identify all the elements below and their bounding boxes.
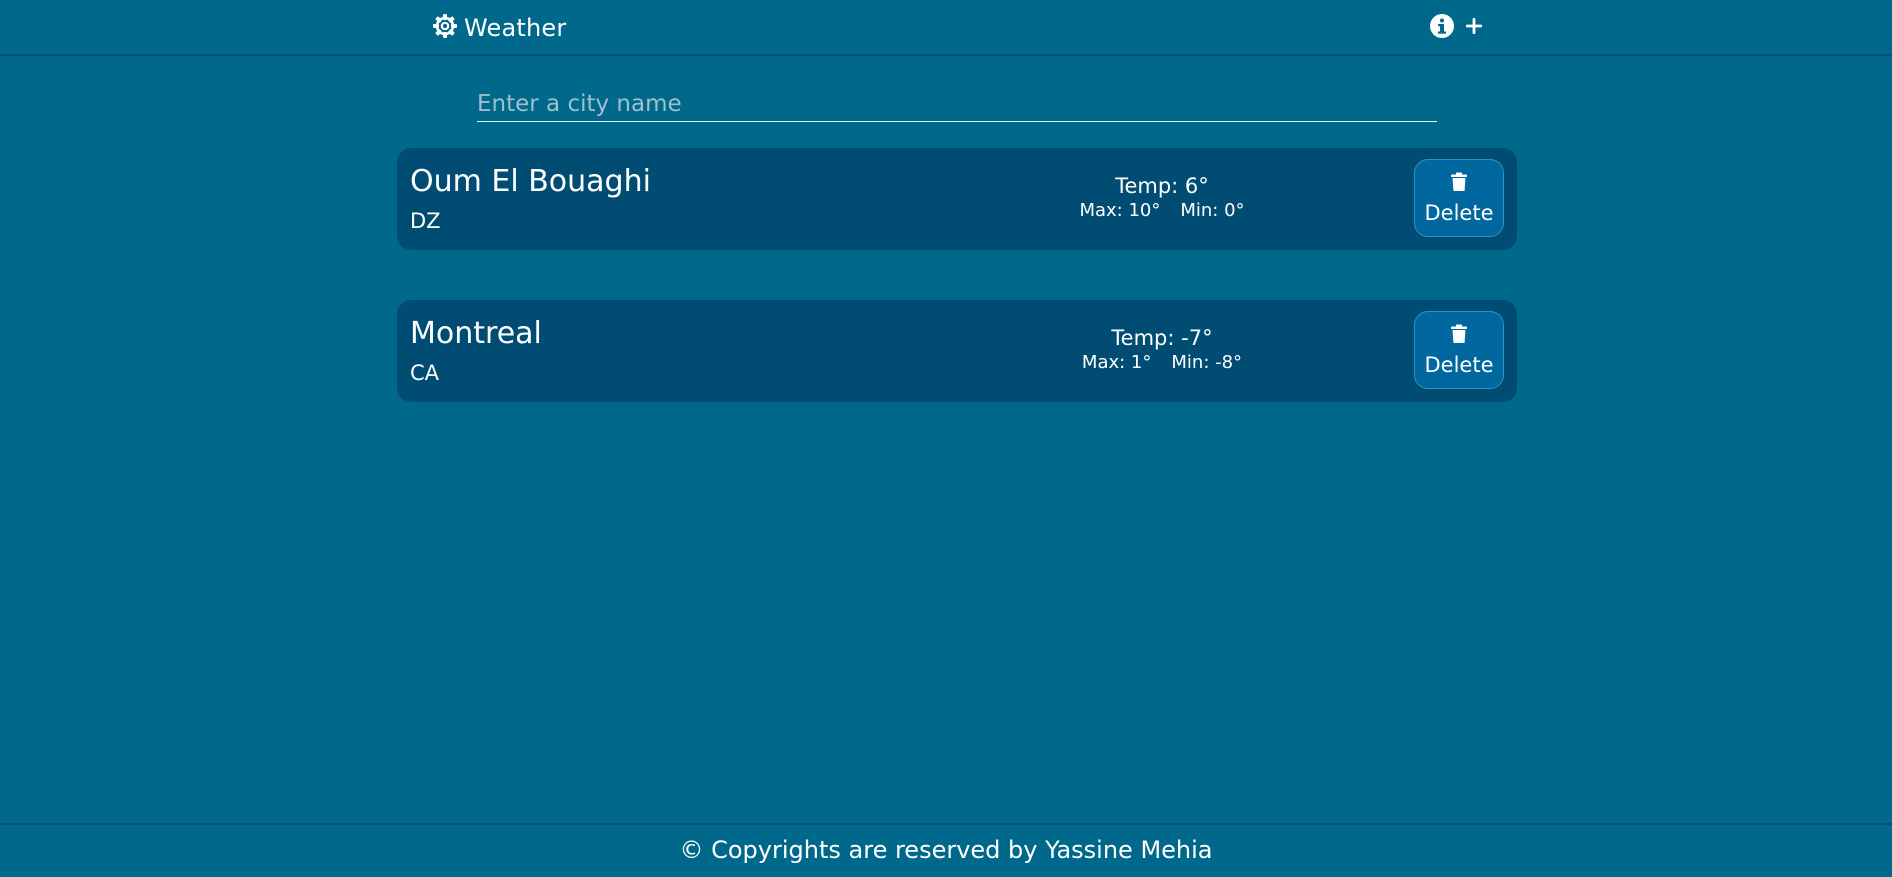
- current-temp: Temp: -7°: [1111, 326, 1213, 350]
- app-title: Weather: [464, 14, 567, 42]
- delete-label: Delete: [1424, 200, 1494, 225]
- city-country: DZ: [410, 209, 441, 233]
- city-name: Oum El Bouaghi: [410, 164, 651, 199]
- temp-range: Max: 1° Min: -8°: [1037, 351, 1287, 375]
- delete-button[interactable]: Delete: [1414, 311, 1504, 389]
- trash-icon: [1450, 324, 1468, 349]
- plus-icon: [1464, 16, 1484, 40]
- current-temp: Temp: 6°: [1115, 174, 1209, 198]
- temperature-panel: Temp: -7° Max: 1° Min: -8°: [1037, 325, 1287, 375]
- navbar: Weather: [0, 0, 1892, 56]
- nav-actions: [1429, 12, 1487, 44]
- city-card: Oum El Bouaghi DZ Temp: 6° Max: 10° Min:…: [397, 148, 1517, 250]
- max-temp: Max: 1°: [1081, 352, 1152, 373]
- info-icon: [1429, 13, 1455, 43]
- max-temp: Max: 10°: [1079, 200, 1161, 221]
- city-country: CA: [410, 361, 440, 385]
- gear-icon: [432, 13, 458, 43]
- city-card: Montreal CA Temp: -7° Max: 1° Min: -8° D…: [397, 300, 1517, 402]
- city-search-input[interactable]: [477, 86, 1437, 122]
- search-container: [477, 86, 1437, 124]
- temp-range: Max: 10° Min: 0°: [1037, 199, 1287, 223]
- delete-button[interactable]: Delete: [1414, 159, 1504, 237]
- add-city-button[interactable]: [1461, 15, 1487, 41]
- min-temp: Min: -8°: [1171, 352, 1243, 373]
- min-temp: Min: 0°: [1180, 200, 1245, 221]
- temperature-panel: Temp: 6° Max: 10° Min: 0°: [1037, 173, 1287, 223]
- delete-label: Delete: [1424, 352, 1494, 377]
- trash-icon: [1450, 172, 1468, 197]
- copyright-text: © Copyrights are reserved by Yassine Meh…: [679, 836, 1213, 864]
- info-button[interactable]: [1429, 13, 1455, 43]
- footer: © Copyrights are reserved by Yassine Meh…: [0, 823, 1892, 877]
- city-name: Montreal: [410, 316, 542, 351]
- brand-link[interactable]: Weather: [432, 12, 566, 44]
